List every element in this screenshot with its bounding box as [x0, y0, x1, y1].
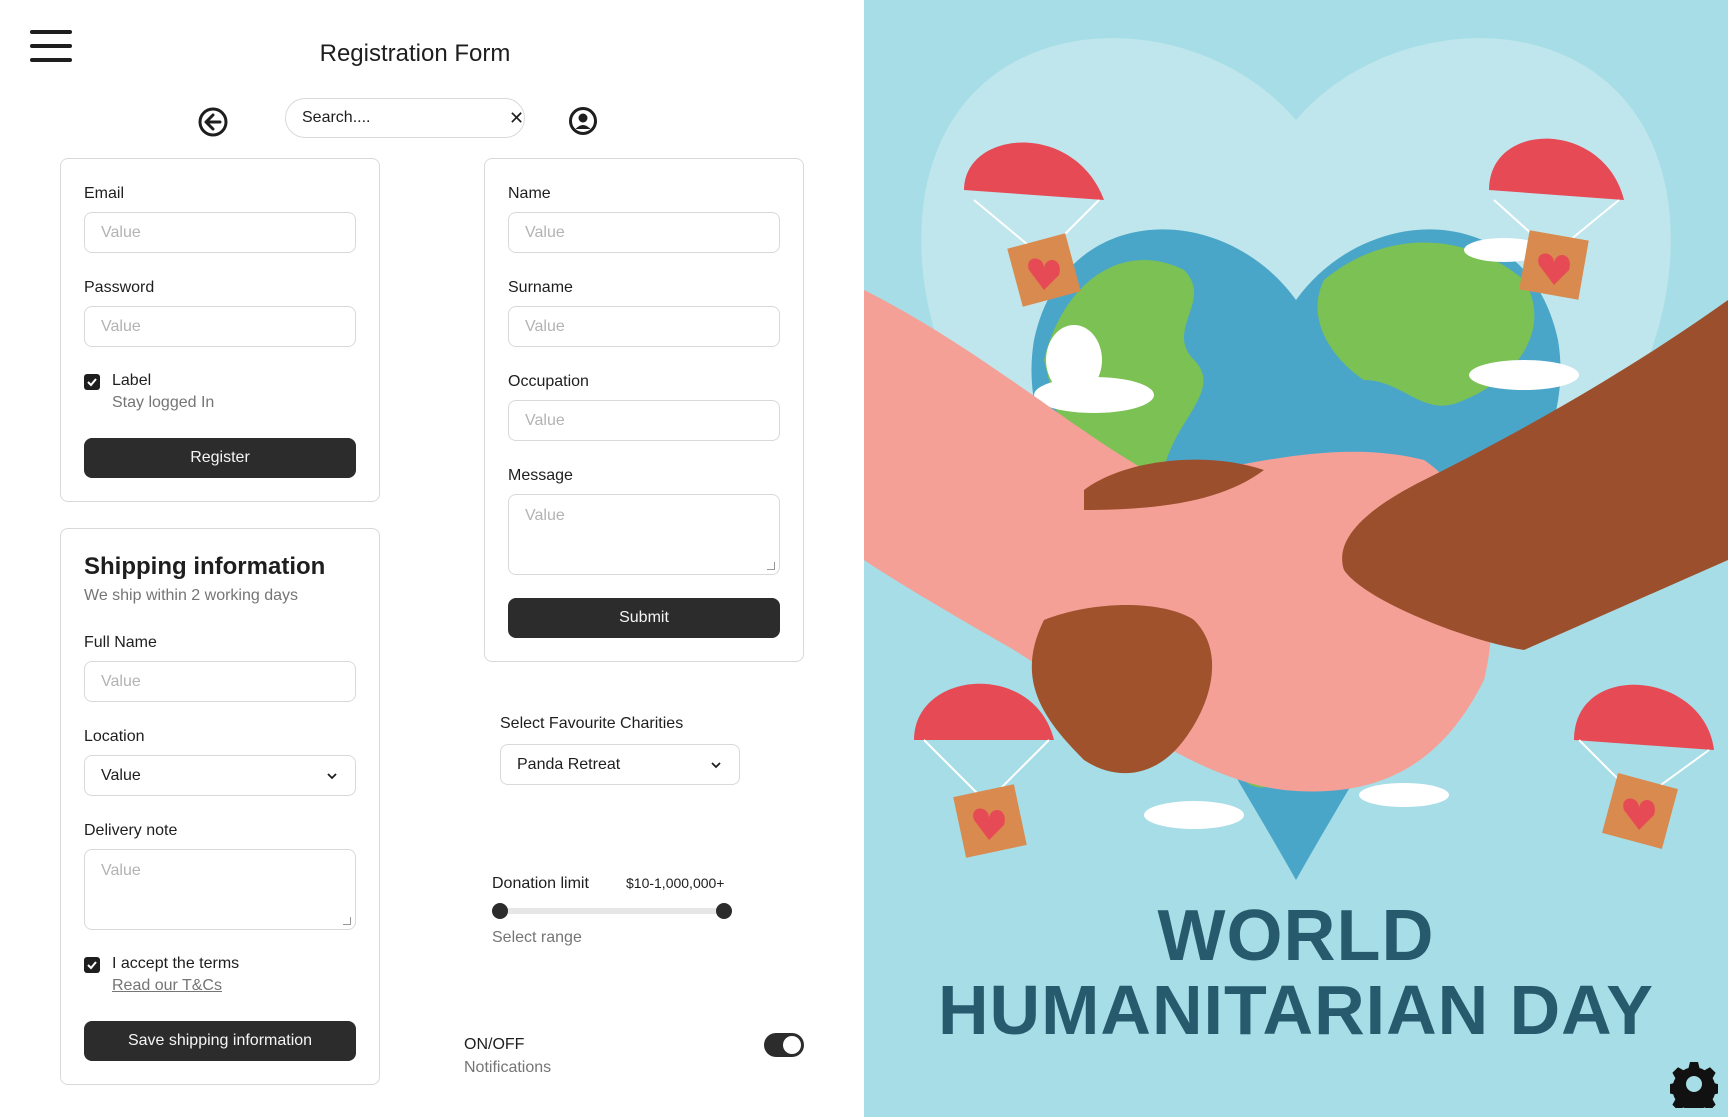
- resize-handle-icon[interactable]: [767, 562, 775, 570]
- full-name-label: Full Name: [84, 634, 157, 651]
- donation-slider-track[interactable]: [500, 908, 724, 914]
- cloud: [1046, 325, 1102, 395]
- accept-terms-checkbox[interactable]: [84, 957, 100, 973]
- cloud: [1359, 783, 1449, 807]
- shipping-card: Shipping information We ship within 2 wo…: [60, 528, 380, 1085]
- settings-gear-icon[interactable]: [1670, 1060, 1718, 1108]
- checkbox-description: Stay logged In: [112, 394, 215, 411]
- save-shipping-button[interactable]: Save shipping information: [84, 1021, 356, 1061]
- resize-handle-icon[interactable]: [343, 917, 351, 925]
- notifications-toggle-label: ON/OFF: [464, 1036, 525, 1053]
- location-select[interactable]: Value: [84, 755, 356, 796]
- notifications-toggle[interactable]: [764, 1033, 804, 1057]
- search-input[interactable]: [302, 109, 509, 127]
- checkbox-label: Label: [112, 372, 152, 389]
- submit-button[interactable]: Submit: [508, 598, 780, 638]
- form-panel: Registration Form ✕ Email Value Password…: [0, 0, 864, 1117]
- shipping-title: Shipping information: [84, 553, 326, 580]
- donation-range-text: $10-1,000,000+: [626, 875, 725, 891]
- occupation-label: Occupation: [508, 373, 589, 390]
- donation-label: Donation limit: [492, 875, 589, 892]
- register-button[interactable]: Register: [84, 438, 356, 478]
- login-card: Email Value Password Value Label Stay lo…: [60, 158, 380, 502]
- terms-link[interactable]: Read our T&Cs: [112, 977, 222, 995]
- location-label: Location: [84, 728, 145, 745]
- stay-logged-in-checkbox[interactable]: [84, 374, 100, 390]
- email-label: Email: [84, 185, 125, 202]
- surname-field[interactable]: Value: [508, 306, 780, 347]
- back-arrow-icon[interactable]: [197, 106, 229, 138]
- poster-title-humanitarian-day: HUMANITARIAN DAY: [938, 971, 1654, 1049]
- location-value: Value: [101, 766, 141, 784]
- password-field[interactable]: Value: [84, 306, 356, 347]
- message-field[interactable]: Value: [508, 494, 780, 575]
- poster-title-world: WORLD: [1157, 896, 1435, 976]
- password-label: Password: [84, 279, 155, 296]
- chevron-down-icon: [327, 772, 337, 779]
- surname-label: Surname: [508, 279, 573, 296]
- profile-card: Name Value Surname Value Occupation Valu…: [484, 158, 804, 662]
- cloud: [1469, 360, 1579, 390]
- delivery-note-placeholder: Value: [101, 862, 141, 879]
- clear-search-icon[interactable]: ✕: [509, 109, 524, 127]
- full-name-field[interactable]: Value: [84, 661, 356, 702]
- shipping-subtitle: We ship within 2 working days: [84, 587, 299, 604]
- message-placeholder: Value: [525, 507, 565, 524]
- name-label: Name: [508, 185, 551, 202]
- parachute-box: [1574, 684, 1714, 849]
- charities-label: Select Favourite Charities: [500, 715, 684, 732]
- message-label: Message: [508, 467, 573, 484]
- charities-value: Panda Retreat: [517, 755, 621, 773]
- cloud: [1144, 801, 1244, 829]
- delivery-note-label: Delivery note: [84, 822, 178, 839]
- chevron-down-icon: [711, 761, 721, 768]
- name-field[interactable]: Value: [508, 212, 780, 253]
- notifications-desc: Notifications: [464, 1059, 552, 1076]
- search-bar[interactable]: ✕: [285, 98, 525, 138]
- donation-slider-max-thumb[interactable]: [716, 903, 732, 919]
- user-account-icon[interactable]: [568, 106, 598, 136]
- menu-icon[interactable]: [30, 30, 72, 62]
- page-title: Registration Form: [319, 40, 511, 67]
- delivery-note-field[interactable]: Value: [84, 849, 356, 930]
- donation-slider-min-thumb[interactable]: [492, 903, 508, 919]
- charities-select[interactable]: Panda Retreat: [500, 744, 740, 785]
- parachute-box: [914, 683, 1054, 858]
- donation-hint: Select range: [492, 929, 582, 946]
- accept-terms-label: I accept the terms: [112, 955, 240, 972]
- email-field[interactable]: Value: [84, 212, 356, 253]
- occupation-field[interactable]: Value: [508, 400, 780, 441]
